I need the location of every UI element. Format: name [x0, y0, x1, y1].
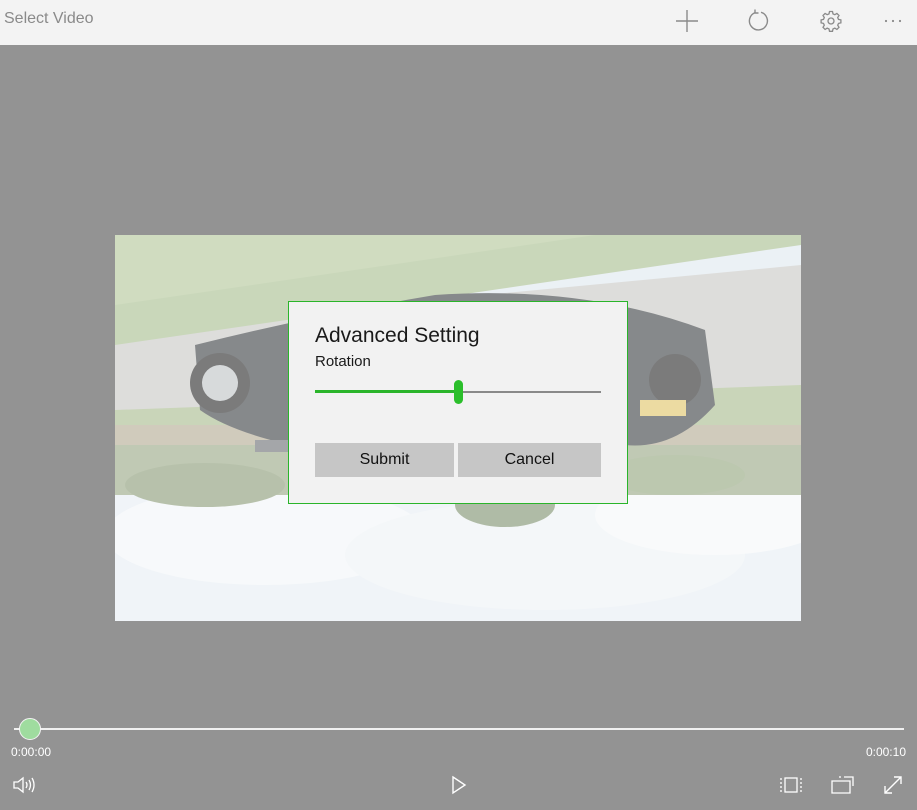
cast-icon — [831, 776, 854, 794]
current-time: 0:00:00 — [11, 745, 52, 759]
add-icon — [676, 10, 698, 32]
play-button[interactable] — [445, 772, 473, 798]
volume-button[interactable] — [10, 772, 38, 798]
total-time: 0:00:10 — [865, 745, 906, 759]
add-button[interactable] — [670, 6, 704, 36]
more-button[interactable] — [876, 6, 910, 36]
slider-thumb[interactable] — [454, 380, 463, 404]
dialog-title: Advanced Setting — [315, 324, 480, 347]
rotate-button[interactable] — [742, 6, 776, 36]
settings-button[interactable] — [814, 6, 848, 36]
seek-thumb[interactable] — [19, 718, 41, 740]
more-icon — [884, 19, 902, 23]
rotation-slider[interactable] — [315, 380, 601, 404]
volume-icon — [13, 776, 35, 794]
rotation-label: Rotation — [315, 353, 371, 370]
cancel-button[interactable]: Cancel — [458, 443, 601, 477]
title-bar: Select Video — [0, 0, 917, 45]
gear-icon — [820, 10, 842, 32]
seek-bar[interactable] — [14, 718, 904, 740]
cast-button[interactable] — [828, 772, 856, 798]
advanced-setting-dialog: Advanced Setting Rotation Submit Cancel — [288, 301, 628, 504]
aspect-ratio-icon — [780, 777, 802, 793]
seek-track — [14, 728, 904, 730]
app-title[interactable]: Select Video — [4, 10, 94, 28]
fullscreen-button[interactable] — [879, 772, 907, 798]
aspect-ratio-button[interactable] — [777, 772, 805, 798]
submit-button[interactable]: Submit — [315, 443, 454, 477]
play-icon — [452, 775, 467, 795]
rotate-icon — [748, 9, 769, 31]
fullscreen-icon — [884, 776, 902, 794]
slider-fill — [315, 390, 458, 393]
